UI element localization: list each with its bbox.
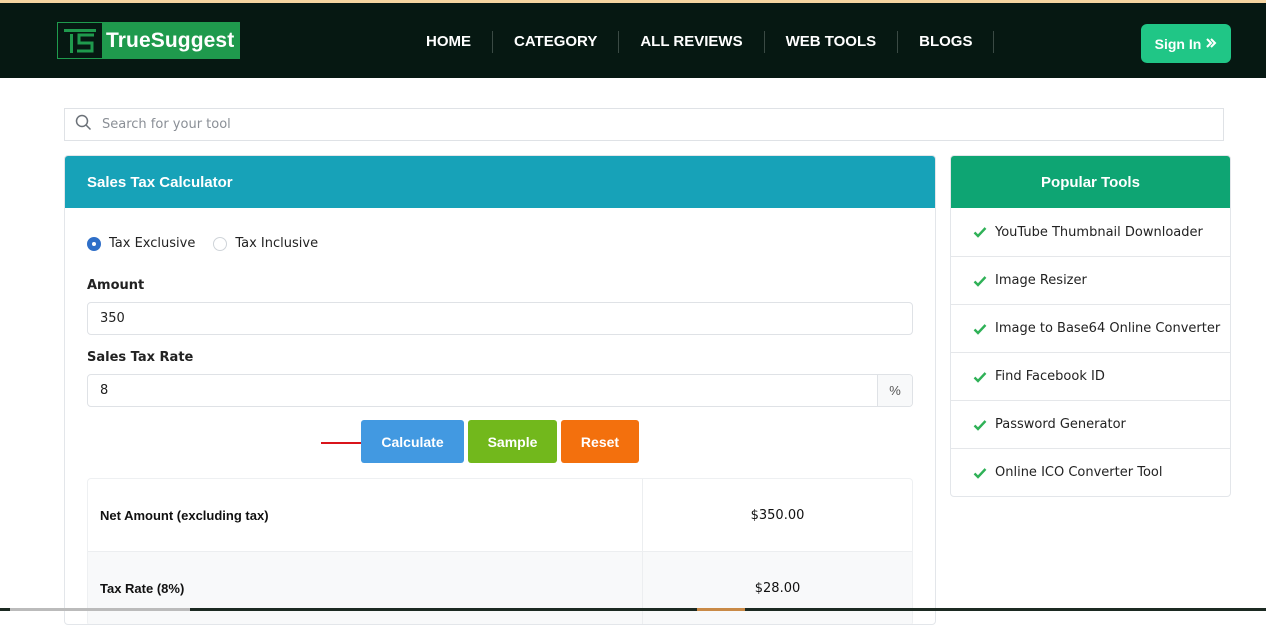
popular-tool-link[interactable]: Image to Base64 Online Converter [951,304,1230,352]
calculator-title: Sales Tax Calculator [65,156,935,208]
popular-tool-label: Image Resizer [995,273,1087,288]
check-icon [973,226,987,238]
nav-blogs[interactable]: BLOGS [898,31,995,53]
main-nav: HOME CATEGORY ALL REVIEWS WEB TOOLS BLOG… [405,25,995,59]
tax-mode-options: Tax Exclusive Tax Inclusive [87,236,336,251]
popular-tool-link[interactable]: Image Resizer [951,256,1230,304]
nav-home[interactable]: HOME [405,31,493,53]
popular-tools-title: Popular Tools [951,156,1230,208]
popular-tools-list: YouTube Thumbnail Downloader Image Resiz… [951,208,1230,496]
popular-tool-label: Online ICO Converter Tool [995,465,1163,480]
action-buttons: Calculate Sample Reset [361,420,639,463]
percent-addon: % [877,375,912,406]
check-icon [973,419,987,431]
table-row: Tax Rate (8%) $28.00 [88,552,912,624]
sales-tax-rate-input[interactable] [88,375,877,406]
check-icon [973,467,987,479]
nav-web-tools[interactable]: WEB TOOLS [765,31,899,53]
result-label: Tax Rate (8%) [88,552,643,624]
radio-unselected-indicator [213,236,228,251]
radio-tax-exclusive-label: Tax Exclusive [109,236,196,251]
sales-tax-calculator-card: Sales Tax Calculator Tax Exclusive Tax I… [64,155,936,625]
site-logo[interactable]: TrueSuggest [57,22,241,59]
nav-all-reviews[interactable]: ALL REVIEWS [619,31,765,53]
result-value: $28.00 [754,580,801,596]
nav-category[interactable]: CATEGORY [493,31,620,53]
check-icon [973,275,987,287]
results-table: Net Amount (excluding tax) $350.00 Tax R… [87,478,913,624]
brand-name: TrueSuggest [103,23,240,58]
amount-field [87,302,913,335]
amount-label: Amount [87,278,145,293]
amount-input[interactable] [88,303,912,334]
reset-button[interactable]: Reset [561,420,639,463]
sign-in-label: Sign In [1154,35,1202,52]
sign-in-button[interactable]: Sign In [1141,24,1231,63]
popular-tool-link[interactable]: Online ICO Converter Tool [951,448,1230,496]
popular-tool-link[interactable]: Password Generator [951,400,1230,448]
sales-tax-rate-field: % [87,374,913,407]
popular-tool-label: YouTube Thumbnail Downloader [995,224,1203,240]
popular-tools-panel: Popular Tools YouTube Thumbnail Download… [950,155,1231,497]
result-label: Net Amount (excluding tax) [88,479,643,551]
radio-tax-inclusive[interactable]: Tax Inclusive [213,236,318,251]
popular-tool-label: Find Facebook ID [995,369,1105,384]
tool-search-bar [64,108,1224,141]
popular-tool-label: Image to Base64 Online Converter [995,321,1221,336]
double-chevron-right-icon [1205,36,1217,52]
table-row: Net Amount (excluding tax) $350.00 [88,479,912,552]
result-value: $350.00 [750,507,805,523]
popular-tool-label: Password Generator [995,417,1126,432]
calculate-button[interactable]: Calculate [361,420,464,463]
search-input[interactable] [102,117,1102,132]
logo-mark-icon [58,23,103,58]
radio-tax-exclusive[interactable]: Tax Exclusive [87,236,195,251]
sample-button[interactable]: Sample [468,420,557,463]
popular-tool-link[interactable]: YouTube Thumbnail Downloader [951,208,1230,256]
site-header: TrueSuggest HOME CATEGORY ALL REVIEWS WE… [0,3,1266,78]
check-icon [973,323,987,335]
sales-tax-rate-label: Sales Tax Rate [87,350,194,365]
popular-tool-link[interactable]: Find Facebook ID [951,352,1230,400]
check-icon [973,371,987,383]
search-icon [75,114,92,136]
radio-tax-inclusive-label: Tax Inclusive [235,236,319,251]
radio-selected-indicator [87,236,101,251]
